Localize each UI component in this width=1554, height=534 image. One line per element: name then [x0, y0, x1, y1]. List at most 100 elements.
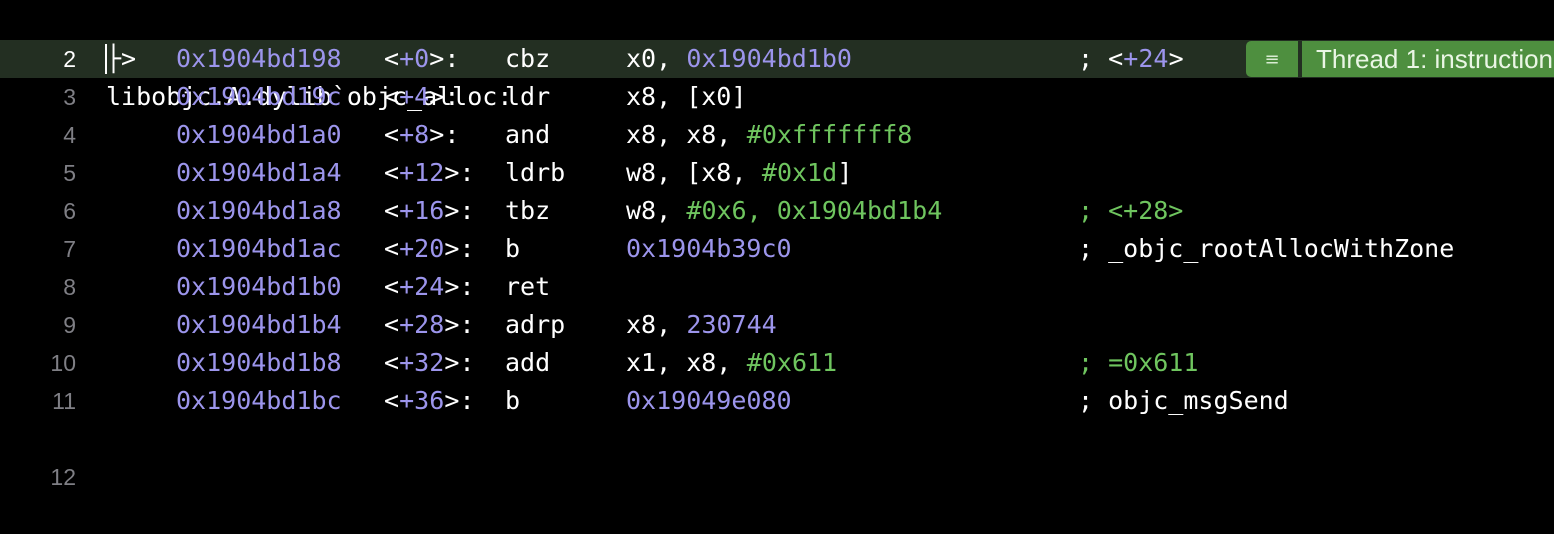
thread-status-text[interactable]: Thread 1: instruction step over [1302, 41, 1554, 77]
instruction-mnemonic: b [505, 386, 521, 415]
instruction-operand: w8, [x8, [626, 158, 762, 187]
offset-bracket: < [384, 386, 400, 415]
line-number: 12 [50, 464, 76, 490]
instruction-comment: ; =0x611 [1078, 348, 1199, 377]
instruction-comment: ; <+28> [1078, 196, 1184, 225]
instruction-operand: 0x1904bd1b0 [686, 44, 852, 73]
instruction-address: 0x1904bd1bc [176, 386, 342, 415]
instruction-mnemonic: cbz [505, 44, 551, 73]
instruction-line[interactable]: 9 0x1904bd1b4 < +28 >: adrp x8, 230744 [0, 306, 1554, 344]
offset-bracket: >: [444, 386, 475, 415]
thread-annotation-banner[interactable]: ≡ Thread 1: instruction step over [1246, 41, 1554, 77]
offset-bracket: >: [444, 196, 475, 225]
instruction-operand: #0xfffffff8 [746, 120, 913, 149]
offset-bracket: >: [444, 158, 475, 187]
line-number: 8 [63, 274, 76, 300]
instruction-mnemonic: add [505, 348, 551, 377]
instruction-line[interactable]: 3 0x1904bd19c < +4 >: ldr x8, [x0] [0, 78, 1554, 116]
instruction-address: 0x1904bd1a0 [176, 120, 342, 149]
line-number: 2 [63, 46, 76, 72]
instruction-operand: 230744 [686, 310, 777, 339]
instruction-line[interactable]: 8 0x1904bd1b0 < +24 >: ret [0, 268, 1554, 306]
instruction-comment: ; < [1078, 44, 1124, 73]
instruction-comment: ; _objc_rootAllocWithZone [1078, 234, 1455, 263]
instruction-line[interactable]: 4 0x1904bd1a0 < +8 >: and x8, x8, #0xfffffff8 [0, 116, 1554, 154]
offset-bracket: >: [444, 234, 475, 263]
instruction-mnemonic: adrp [505, 310, 566, 339]
offset-bracket: < [384, 82, 400, 111]
offset-bracket: >: [444, 272, 475, 301]
line-number: 9 [63, 312, 76, 338]
list-lines-icon[interactable]: ≡ [1246, 41, 1298, 77]
instruction-offset: +24 [399, 272, 445, 301]
instruction-operand: #0x1d [761, 158, 838, 187]
instruction-operand: x8, x8, [626, 120, 747, 149]
instruction-line[interactable]: 11 0x1904bd1bc < +36 >: b 0x19049e080 ; objc_ms… [0, 382, 1554, 420]
empty-line[interactable]: 12 [0, 420, 1554, 490]
instruction-operand: x8, [626, 310, 687, 339]
instruction-operand: x0, [626, 44, 687, 73]
offset-bracket: >: [429, 120, 460, 149]
instruction-mnemonic: ldrb [505, 158, 566, 187]
instruction-mnemonic: tbz [505, 196, 551, 225]
instruction-operand: 0x19049e080 [626, 386, 792, 415]
offset-bracket: < [384, 158, 400, 187]
offset-bracket: < [384, 348, 400, 377]
instruction-comment: +24 [1123, 44, 1169, 73]
instruction-comment: ; objc_msgSend [1078, 386, 1289, 415]
offset-bracket: < [384, 272, 400, 301]
offset-bracket: < [384, 234, 400, 263]
offset-bracket: >: [429, 44, 460, 73]
header-line[interactable]: 1 libobjc.A.dylib`objc_alloc: [0, 2, 1554, 111]
line-number: 11 [52, 388, 76, 414]
offset-bracket: < [384, 120, 400, 149]
offset-bracket: >: [444, 348, 475, 377]
instruction-operand: #0x611 [746, 348, 838, 377]
instruction-mnemonic: ldr [505, 82, 551, 111]
instruction-offset: +36 [399, 386, 445, 415]
instruction-line[interactable]: 7 0x1904bd1ac < +20 >: b 0x1904b39c0 ; _objc_ro… [0, 230, 1554, 268]
instruction-offset: +0 [399, 44, 430, 73]
instruction-line[interactable]: 6 0x1904bd1a8 < +16 >: tbz w8, #0x6, 0x1904bd1… [0, 192, 1554, 230]
instruction-offset: +32 [399, 348, 445, 377]
instruction-address: 0x1904bd1ac [176, 234, 342, 263]
instruction-address: 0x1904bd1b0 [176, 272, 342, 301]
program-counter-arrow-icon: ├> [106, 44, 137, 73]
line-number: 6 [63, 198, 76, 224]
line-number: 7 [63, 236, 76, 262]
instruction-operand: x8, [x0] [626, 82, 747, 111]
offset-bracket: >: [444, 310, 475, 339]
instruction-address: 0x1904bd1a4 [176, 158, 342, 187]
line-number: 5 [63, 160, 76, 186]
instruction-address: 0x1904bd198 [176, 44, 342, 73]
instruction-offset: +20 [399, 234, 445, 263]
instruction-comment: > [1168, 44, 1184, 73]
instruction-address: 0x1904bd1b8 [176, 348, 342, 377]
instruction-mnemonic: and [505, 120, 551, 149]
instruction-line[interactable]: 10 0x1904bd1b8 < +32 >: add x1, x8, #0x611 ; =0… [0, 344, 1554, 382]
instruction-operand: ] [837, 158, 853, 187]
instruction-offset: +28 [399, 310, 445, 339]
instruction-address: 0x1904bd19c [176, 82, 342, 111]
offset-bracket: < [384, 310, 400, 339]
offset-bracket: < [384, 44, 400, 73]
instruction-operand: w8, [626, 196, 687, 225]
instruction-offset: +16 [399, 196, 445, 225]
instruction-line[interactable]: 5 0x1904bd1a4 < +12 >: ldrb w8, [x8, #0x1d] [0, 154, 1554, 192]
instruction-offset: +4 [399, 82, 430, 111]
line-number: 3 [63, 84, 76, 110]
disassembly-editor[interactable]: 1 libobjc.A.dylib`objc_alloc: 2 ├> 0x1904b… [0, 0, 1554, 490]
instruction-offset: +8 [399, 120, 430, 149]
instruction-operand: x1, x8, [626, 348, 747, 377]
line-number: 4 [63, 122, 76, 148]
instruction-address: 0x1904bd1a8 [176, 196, 342, 225]
instruction-operand: #0x6, 0x1904bd1b4 [686, 196, 943, 225]
offset-bracket: < [384, 196, 400, 225]
instruction-mnemonic: b [505, 234, 521, 263]
instruction-operand: 0x1904b39c0 [626, 234, 792, 263]
line-number: 10 [50, 350, 76, 376]
offset-bracket: >: [429, 82, 460, 111]
instruction-mnemonic: ret [505, 272, 551, 301]
instruction-address: 0x1904bd1b4 [176, 310, 342, 339]
instruction-offset: +12 [399, 158, 445, 187]
